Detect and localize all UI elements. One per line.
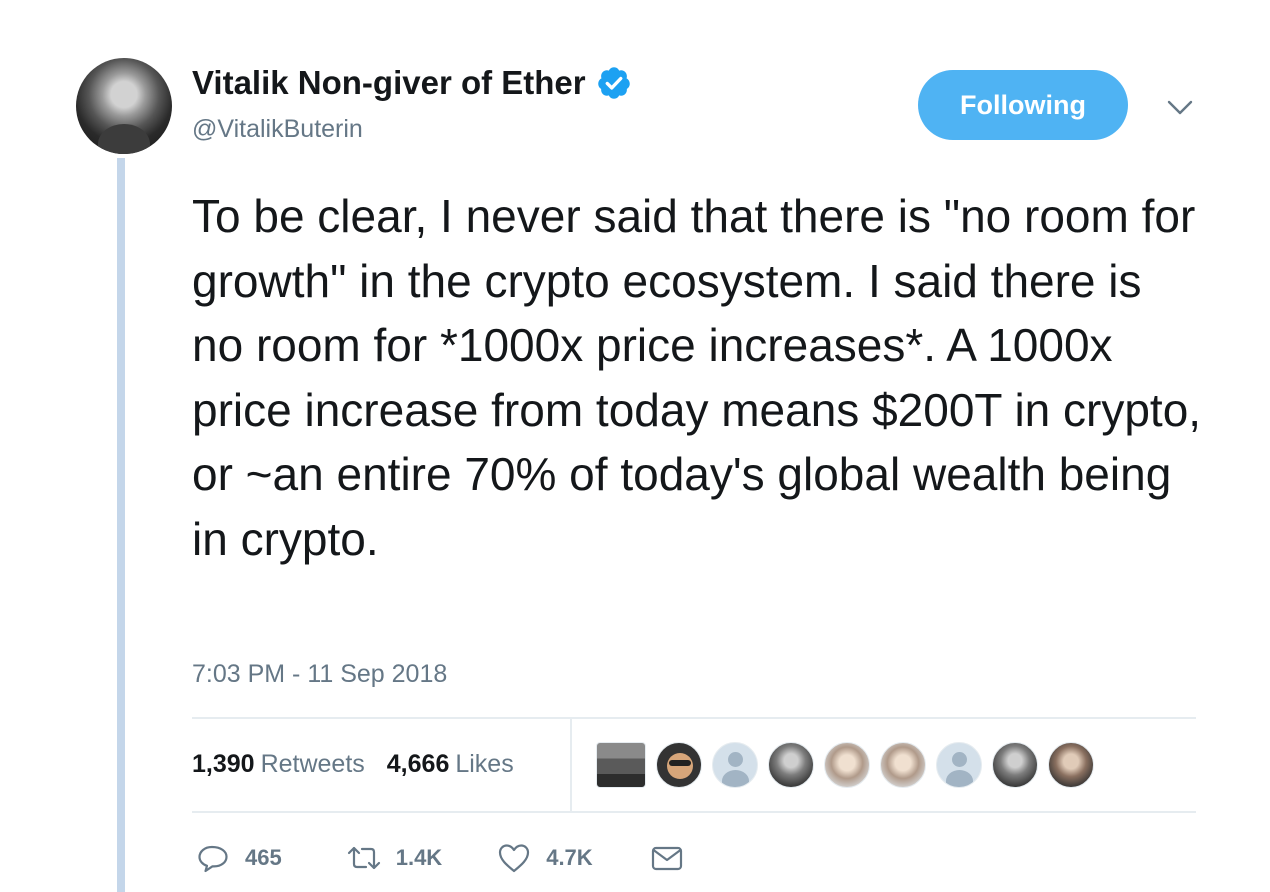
retweet-button[interactable]: 1.4K	[346, 840, 442, 876]
liker-avatar[interactable]	[596, 742, 646, 788]
divider	[192, 811, 1196, 813]
envelope-icon	[651, 846, 682, 871]
chevron-down-icon[interactable]	[1166, 98, 1194, 118]
liker-avatar[interactable]	[992, 742, 1038, 788]
author-handle[interactable]: @VitalikButerin	[192, 115, 363, 144]
direct-message-button[interactable]	[649, 840, 685, 876]
retweet-icon	[347, 846, 380, 870]
reply-button[interactable]: 465	[195, 840, 282, 876]
retweet-count: 1.4K	[395, 845, 443, 870]
likes-label: Likes	[455, 750, 514, 778]
tweet-actions: 465 1.4K 4.7K	[195, 840, 685, 876]
liker-avatar[interactable]	[656, 742, 702, 788]
like-button[interactable]: 4.7K	[496, 840, 593, 876]
thread-line	[117, 158, 125, 892]
author-name[interactable]: Vitalik Non-giver of Ether	[192, 64, 586, 102]
liker-avatar[interactable]	[712, 742, 758, 788]
retweets-count: 1,390	[192, 750, 255, 778]
reply-icon	[198, 845, 228, 873]
divider	[570, 719, 572, 811]
liker-avatar[interactable]	[1048, 742, 1094, 788]
verified-badge-icon	[597, 67, 630, 99]
liker-avatar[interactable]	[936, 742, 982, 788]
retweets-label: Retweets	[260, 750, 365, 778]
divider	[192, 717, 1196, 719]
tweet-text: To be clear, I never said that there is …	[192, 190, 1202, 565]
likes-stat[interactable]: 4,666 Likes	[387, 750, 514, 779]
following-button[interactable]: Following	[918, 70, 1128, 140]
heart-icon	[499, 844, 530, 873]
reply-count: 465	[245, 845, 282, 870]
liker-avatar[interactable]	[824, 742, 870, 788]
liker-avatar[interactable]	[768, 742, 814, 788]
liker-avatar[interactable]	[880, 742, 926, 788]
retweets-stat[interactable]: 1,390 Retweets	[192, 750, 365, 779]
tweet-timestamp[interactable]: 7:03 PM - 11 Sep 2018	[192, 660, 447, 689]
author-name-row: Vitalik Non-giver of Ether	[192, 64, 632, 102]
tweet-stats: 1,390 Retweets 4,666 Likes	[192, 750, 514, 779]
likes-count: 4,666	[386, 750, 450, 778]
like-count: 4.7K	[546, 845, 593, 870]
liker-avatars	[596, 742, 1094, 788]
author-avatar[interactable]	[76, 58, 172, 154]
